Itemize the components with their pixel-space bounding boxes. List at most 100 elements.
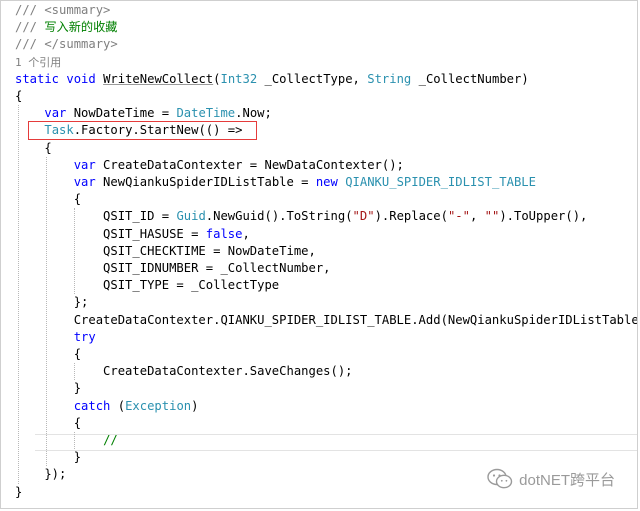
code-token: , [469,209,485,224]
watermark: dotNET跨平台 [487,468,615,490]
code-token: { [15,140,52,155]
code-token: QSIT_IDNUMBER = _CollectNumber, [15,261,331,275]
code-token: 1 个引用 [15,55,62,69]
code-token: QSIT_ID = [15,209,177,224]
code-token: false [205,226,243,241]
code-line[interactable]: QSIT_HASUSE = false, [15,226,250,243]
code-line[interactable]: QSIT_ID = Guid.NewGuid().ToString("D").R… [15,208,587,225]
code-token: "-" [447,209,470,224]
code-token: void [66,71,96,86]
code-token: Guid [176,209,206,224]
code-line[interactable]: static void WriteNewCollect(Int32 _Colle… [15,71,529,88]
code-token: String [367,71,412,86]
code-token: } [15,450,82,465]
code-token: CreateDataContexter.SaveChanges(); [15,364,353,379]
code-token: { [15,415,82,430]
code-line[interactable]: Task.Factory.StartNew(() => [15,122,242,139]
code-line[interactable]: { [15,191,81,208]
code-token: /// <summary> [15,3,111,17]
code-line[interactable]: { [15,88,22,105]
code-line[interactable]: var NowDateTime = DateTime.Now; [15,105,272,122]
code-token: "D" [352,209,375,224]
code-line[interactable]: } [15,484,22,501]
code-line[interactable]: { [15,140,52,157]
code-token: { [15,192,82,207]
code-token: .Now; [235,106,272,121]
code-token: ) [191,398,199,413]
code-line[interactable]: 1 个引用 [15,54,61,71]
code-token: try [73,329,96,344]
wechat-icon [487,468,513,489]
code-token: ).ToUpper(), [499,209,588,224]
current-line-highlight [35,434,637,451]
code-token: { [15,347,82,361]
code-line[interactable]: { [15,415,81,432]
code-line[interactable]: CreateDataContexter.QIANKU_SPIDER_IDLIST… [15,312,638,329]
code-token: } [15,381,82,396]
code-token: .Factory.StartNew(() => [73,123,243,138]
code-line[interactable]: var NewQiankuSpiderIDListTable = new QIA… [15,174,536,191]
code-token: QSIT_TYPE = _CollectType [15,278,280,293]
code-line[interactable]: /// 写入新的收藏 [15,19,117,36]
code-line[interactable]: catch (Exception) [15,398,199,415]
code-token: .NewGuid().ToString( [205,209,353,224]
indent-guide [46,156,48,467]
code-token: var [73,175,96,189]
code-line[interactable]: }); [15,466,66,483]
code-token: QSIT_CHECKTIME = NowDateTime, [15,243,316,258]
code-token: }; [15,295,89,310]
code-token: NowDateTime = [66,106,177,121]
code-token: QSIT_HASUSE = [15,226,206,241]
code-token: "" [484,209,500,224]
code-token: /// </summary> [15,37,118,52]
code-token: CreateDataContexter = NewDataContexter()… [95,157,404,172]
code-token: 写入新的收藏 [44,20,118,35]
code-token: Int32 [220,71,258,86]
code-line[interactable]: /// </summary> [15,36,118,53]
code-token: WriteNewCollect [103,71,214,86]
code-line[interactable]: try [15,329,96,346]
code-editor[interactable]: /// <summary>/// 写入新的收藏/// </summary> 1 个… [0,0,638,509]
code-token: Exception [125,398,192,413]
code-token: catch [73,398,111,413]
indent-guide [18,105,19,484]
code-line[interactable]: CreateDataContexter.SaveChanges(); [15,363,353,380]
code-token: var [73,157,96,172]
code-line[interactable]: } [15,449,81,466]
code-token: CreateDataContexter.QIANKU_SPIDER_IDLIST… [15,312,638,327]
code-token: _CollectType, [257,71,368,86]
code-line[interactable]: /// <summary> [15,2,110,19]
code-line[interactable]: QSIT_TYPE = _CollectType [15,277,279,294]
code-token: , [242,226,250,241]
code-token: QIANKU_SPIDER_IDLIST_TABLE [345,175,536,189]
code-token: new [315,175,338,189]
code-token: /// [15,20,45,35]
code-token: { [15,89,23,103]
code-line[interactable]: var CreateDataContexter = NewDataContext… [15,157,404,174]
code-token: // [103,433,118,447]
code-token: }); [15,467,67,482]
code-line[interactable]: QSIT_CHECKTIME = NowDateTime, [15,243,316,260]
code-token: ( [110,398,126,413]
code-token: } [15,484,23,499]
code-line[interactable]: QSIT_IDNUMBER = _CollectNumber, [15,260,331,277]
code-line[interactable]: { [15,346,81,363]
code-token: DateTime [176,106,236,121]
code-line[interactable]: } [15,380,81,397]
watermark-text: dotNET跨平台 [519,471,615,489]
code-token: ).Replace( [374,209,448,224]
code-token: NewQiankuSpiderIDListTable = [95,175,316,189]
code-token: _CollectNumber) [411,71,529,86]
code-token: var [44,106,67,121]
code-line[interactable]: }; [15,294,89,311]
code-line[interactable]: // [15,432,118,449]
code-token: static [15,71,60,86]
indent-guide [74,208,76,295]
indent-guide [74,432,76,450]
